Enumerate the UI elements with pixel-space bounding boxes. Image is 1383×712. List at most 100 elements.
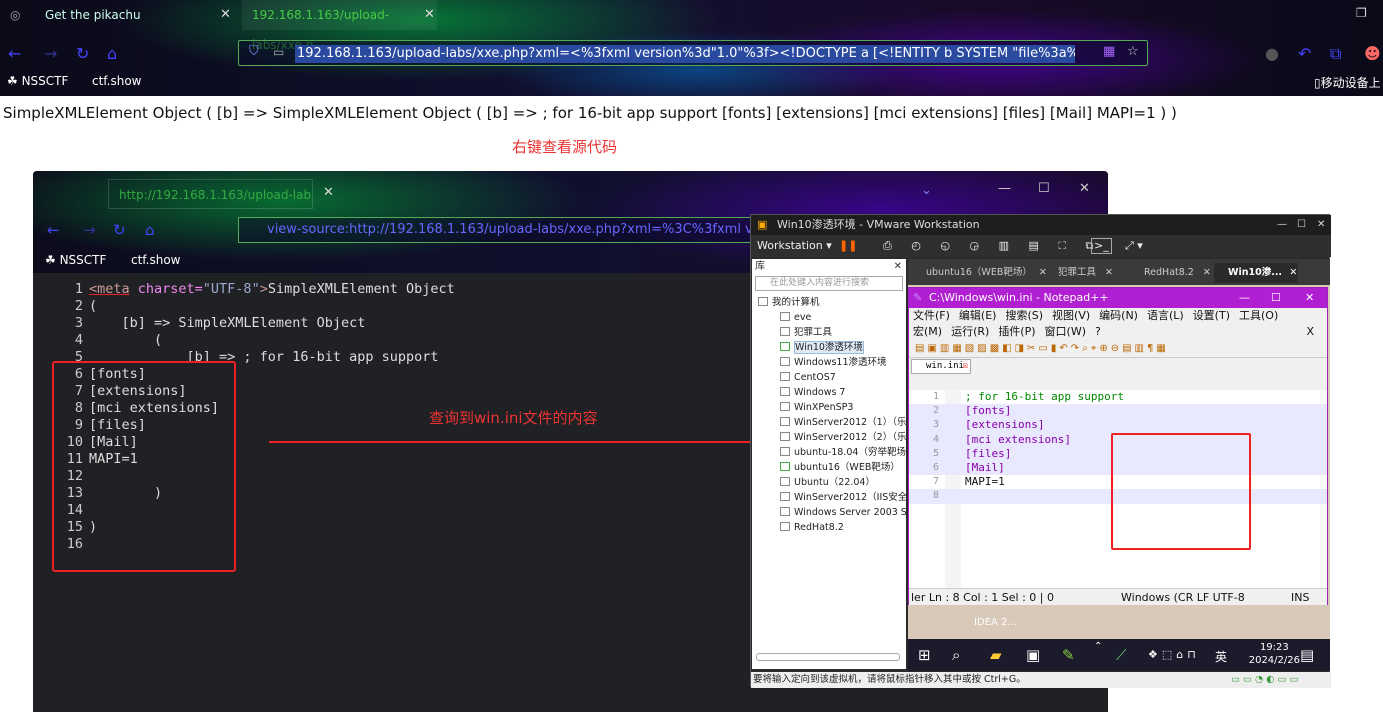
home-icon[interactable]: ⌂ [145, 221, 155, 239]
notepadpp-toolbar[interactable]: ▤▣▥▦▧▨▩◧◨✂▭▮↶↷⌕⌖⊕⊖▤▥¶▦ [909, 340, 1327, 358]
tab-pikachu[interactable]: Get the pikachu [35, 0, 240, 30]
tab-xxe[interactable]: 192.168.1.163/upload-labs/xxe.p [242, 0, 437, 52]
menu-language[interactable]: 语言(L) [1147, 309, 1184, 322]
tree-item[interactable]: ubuntu-18.04（穷举靶场 [758, 445, 906, 460]
restore-icon[interactable]: ❐ [1356, 6, 1367, 20]
tree-item-selected[interactable]: Win10渗透环境 [758, 340, 906, 355]
menu-search[interactable]: 搜索(S) [1005, 309, 1043, 322]
browser-menu-icon[interactable]: ◎ [0, 0, 30, 30]
chevron-down-icon[interactable]: ⌄ [921, 183, 932, 198]
menu-view[interactable]: 视图(V) [1052, 309, 1090, 322]
tree-item[interactable]: WinServer2012（1）（乐 [758, 415, 906, 430]
tree-item[interactable]: Windows Server 2003 S [758, 505, 907, 520]
start-icon[interactable]: ⊞ [918, 646, 931, 664]
menu-help[interactable]: ? [1095, 325, 1101, 338]
notepadpp-task-icon[interactable]: ✎ [1062, 646, 1075, 664]
close-icon[interactable]: ✕ [220, 7, 231, 22]
tree-item[interactable]: WinServer2012（2）（乐 [758, 430, 906, 445]
close-icon[interactable]: ✕ [894, 259, 902, 275]
tree-item[interactable]: 我的计算机 [758, 295, 906, 310]
menu-settings[interactable]: 设置(T) [1193, 309, 1230, 322]
chart-icon[interactable]: ⟋ [1116, 646, 1127, 664]
vm-tab-tools[interactable]: 犯罪工具 ✕ [1044, 263, 1128, 283]
tree-item[interactable]: 犯罪工具 [758, 325, 906, 340]
pause-icon[interactable]: ❚❚ [839, 235, 857, 257]
tree-item[interactable]: Windows11渗透环境 [758, 355, 906, 370]
forward-icon[interactable]: → [44, 44, 57, 63]
qr-icon[interactable]: ▦ [1103, 44, 1115, 59]
forward-icon[interactable]: → [83, 221, 96, 239]
chevron-up-icon[interactable]: ⌃ [1094, 641, 1102, 652]
tree-item[interactable]: ubuntu16（WEB靶场） [758, 460, 906, 475]
tree-item[interactable]: CentOS7 [758, 370, 906, 385]
inner-url-bar[interactable]: view-source:http://192.168.1.163/upload-… [238, 217, 798, 243]
file-tab[interactable]: win.ini ☒ [911, 359, 971, 374]
workstation-menu[interactable]: Workstation ▾ [757, 235, 832, 257]
home-icon[interactable]: ⌂ [107, 44, 117, 63]
tree-item[interactable]: Ubuntu（22.04） [758, 475, 906, 490]
arrow-line [269, 441, 789, 443]
back-icon[interactable]: ← [47, 221, 60, 239]
bookmark-mobile[interactable]: ▯移动设备上 [1314, 74, 1381, 91]
reload-icon[interactable]: ↻ [113, 221, 126, 239]
vm-tab-redhat[interactable]: RedHat8.2 ✕ [1130, 263, 1214, 283]
menu-plugins[interactable]: 插件(P) [998, 325, 1035, 338]
inner-url-text[interactable]: view-source:http://192.168.1.163/upload-… [267, 222, 793, 237]
tree-item[interactable]: WinXPenSP3 [758, 400, 906, 415]
reload-icon[interactable]: ↻ [76, 44, 89, 63]
minimize-icon[interactable]: — [1239, 288, 1250, 308]
bookmark-nssctf[interactable]: ☘ NSSCTF [7, 74, 68, 88]
close-icon[interactable]: ✕ [424, 7, 435, 22]
menu-edit[interactable]: 编辑(E) [959, 309, 997, 322]
menu-macro[interactable]: 宏(M) [913, 325, 942, 338]
url-text[interactable]: 192.168.1.163/upload-labs/xxe.php?xml=<%… [295, 45, 1075, 63]
search-icon[interactable]: ⌕ [952, 646, 960, 664]
vm-tab-ubuntu16[interactable]: ubuntu16（WEB靶场） ✕ [912, 263, 1047, 283]
console-icon[interactable]: >_ [1091, 238, 1112, 254]
tree-item[interactable]: WinServer2012（IIS安全 [758, 490, 907, 505]
tray-icons[interactable]: ❖⬚⌂⊓ [1148, 648, 1200, 661]
maximize-icon[interactable]: ☐ [1038, 181, 1050, 196]
tree-item[interactable]: eve [758, 310, 906, 325]
fullscreen-icon[interactable]: ⤢ ▾ [1125, 235, 1143, 257]
minimize-icon[interactable]: — [998, 181, 1011, 196]
avatar[interactable]: ☻ [1364, 44, 1381, 63]
library-search[interactable]: 在此处键入内容进行搜索 [755, 276, 903, 291]
tree-item[interactable]: Windows 7 [758, 385, 906, 400]
star-icon[interactable]: ☆ [1127, 44, 1139, 59]
terminal-icon[interactable]: ▣ [1026, 646, 1040, 664]
vm-library: 库 ✕ 在此处键入内容进行搜索 我的计算机 eve 犯罪工具 Win10渗透环境 … [752, 259, 907, 669]
extensions-icon[interactable]: ⧉ [1330, 44, 1341, 64]
folder-icon[interactable]: ▰ [990, 646, 1002, 664]
menu-encoding[interactable]: 编码(N) [1099, 309, 1138, 322]
vm-toolbar-icons[interactable]: ⎙ ◴ ◵ ◶ ▥ ▤ ⛶ ⧉ [883, 235, 1101, 257]
vm-tab-win10[interactable]: Win10渗... ✕ [1214, 263, 1298, 283]
clock[interactable]: 19:23 2024/2/26 [1249, 641, 1300, 667]
library-scrollbar[interactable] [756, 653, 900, 661]
url-bar[interactable]: ⛉ ▭ 192.168.1.163/upload-labs/xxe.php?xm… [238, 40, 1148, 66]
bookmark-ctfshow[interactable]: ctf.show [92, 74, 141, 88]
desktop-label: IDEA 2... [974, 617, 1017, 628]
close-icon[interactable]: ✕ [1305, 288, 1314, 308]
menu-file[interactable]: 文件(F) [913, 309, 950, 322]
tree-item[interactable]: RedHat8.2 [758, 520, 906, 535]
minimize-icon[interactable]: — [1277, 215, 1287, 235]
ime-indicator[interactable]: 英 [1215, 648, 1227, 665]
undo-icon[interactable]: ↶ [1298, 44, 1311, 63]
inner-tab[interactable]: http://192.168.1.163/upload-lab [108, 179, 313, 209]
back-icon[interactable]: ← [8, 44, 21, 63]
notification-icon[interactable]: ▤ [1300, 646, 1314, 664]
close-icon[interactable]: ✕ [323, 185, 334, 200]
bookmark-nssctf[interactable]: ☘ NSSCTF [45, 253, 106, 267]
close-doc-button[interactable]: X [1306, 324, 1314, 340]
bookmark-ctfshow[interactable]: ctf.show [131, 253, 180, 267]
menu-window[interactable]: 窗口(W) [1045, 325, 1086, 338]
maximize-icon[interactable]: ☐ [1271, 288, 1281, 308]
maximize-icon[interactable]: ☐ [1297, 215, 1306, 235]
profile-dot-icon[interactable]: ● [1265, 44, 1279, 63]
close-icon[interactable]: ✕ [1079, 181, 1090, 196]
menu-run[interactable]: 运行(R) [951, 325, 989, 338]
menu-tools[interactable]: 工具(O) [1239, 309, 1278, 322]
close-icon[interactable]: ✕ [1317, 215, 1325, 235]
device-icons[interactable]: ▭▭◔◐▭▭ [1231, 672, 1301, 688]
